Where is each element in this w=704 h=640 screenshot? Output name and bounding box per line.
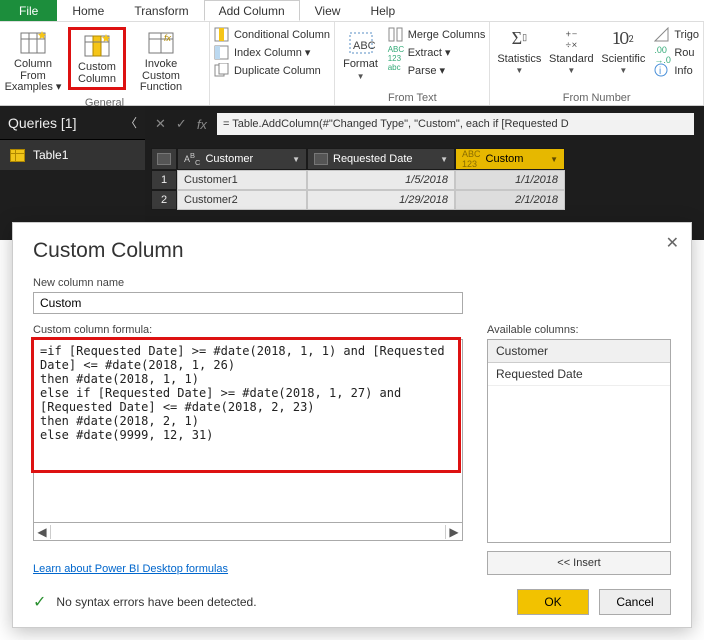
avail-cols-label: Available columns:	[487, 324, 671, 336]
sigma-icon: Σ▯	[505, 27, 533, 51]
statistics-button[interactable]: Σ▯Statistics▼	[494, 27, 544, 76]
formula-bar: ✕ ✓ fx = Table.AddColumn(#"Changed Type"…	[145, 106, 704, 142]
group-label-from-text: From Text	[339, 91, 485, 105]
queries-panel: Queries [1] 〈 Table1	[0, 106, 145, 240]
table-icon	[10, 149, 25, 162]
formula-input[interactable]: = Table.AddColumn(#"Changed Type", "Cust…	[217, 113, 694, 135]
cond-col-icon	[214, 27, 229, 42]
query-item-table1[interactable]: Table1	[0, 140, 145, 170]
dialog-title: Custom Column	[33, 239, 671, 263]
format-icon: ABC	[346, 29, 376, 57]
formula-label: Custom column formula:	[33, 324, 463, 336]
dup-col-icon	[214, 63, 229, 78]
table-row[interactable]: 2 Customer2 1/29/2018 2/1/2018	[151, 190, 698, 210]
parse-button[interactable]: abcParse ▾	[388, 63, 486, 78]
svg-text:i: i	[659, 66, 661, 77]
menu-bar: File Home Transform Add Column View Help	[0, 0, 704, 22]
index-col-icon	[214, 45, 229, 60]
dropdown-icon[interactable]: ▼	[292, 155, 300, 164]
column-from-examples-button[interactable]: Column From Examples ▾	[4, 27, 62, 96]
menu-view[interactable]: View	[300, 0, 356, 21]
round-button[interactable]: .00→.0Rou	[654, 45, 699, 60]
ok-button[interactable]: OK	[517, 589, 589, 615]
extract-button[interactable]: ABC123Extract ▾	[388, 45, 486, 60]
list-item[interactable]: Customer	[488, 340, 670, 363]
scroll-left-icon[interactable]: ◀	[34, 525, 51, 539]
trig-button[interactable]: Trigo	[654, 27, 699, 42]
menu-home[interactable]: Home	[57, 0, 119, 21]
close-icon[interactable]: ✕	[666, 233, 679, 253]
learn-formulas-link[interactable]: Learn about Power BI Desktop formulas	[33, 563, 463, 575]
svg-text:fx: fx	[164, 33, 172, 43]
syntax-status: No syntax errors have been detected.	[56, 595, 507, 609]
duplicate-column-button[interactable]: Duplicate Column	[214, 63, 330, 78]
trig-icon	[654, 27, 669, 42]
name-label: New column name	[33, 277, 671, 289]
custom-column-button[interactable]: Custom Column	[68, 27, 126, 90]
standard-icon: +−÷×	[557, 27, 585, 51]
list-item[interactable]: Requested Date	[488, 363, 670, 386]
table-row[interactable]: 1 Customer1 1/5/2018 1/1/2018	[151, 170, 698, 190]
insert-button[interactable]: << Insert	[487, 551, 671, 575]
conditional-column-button[interactable]: Conditional Column	[214, 27, 330, 42]
menu-help[interactable]: Help	[355, 0, 410, 21]
extract-icon: ABC123	[388, 45, 403, 60]
data-grid: ABCCustomer▼ Requested Date▼ ABC123Custo…	[145, 142, 704, 216]
menu-transform[interactable]: Transform	[119, 0, 203, 21]
info-icon: i	[654, 63, 669, 78]
invoke-custom-function-button[interactable]: fx Invoke Custom Function	[132, 27, 190, 96]
merge-icon	[388, 27, 403, 42]
cancel-formula-icon[interactable]: ✕	[155, 116, 166, 132]
chevron-left-icon[interactable]: 〈	[125, 114, 137, 131]
cancel-button[interactable]: Cancel	[599, 589, 671, 615]
standard-button[interactable]: +−÷×Standard▼	[546, 27, 596, 76]
sci-icon: 102	[609, 27, 637, 51]
info-button[interactable]: iInfo	[654, 63, 699, 78]
available-columns-list: Customer Requested Date	[487, 339, 671, 543]
table-highlight-icon	[82, 32, 112, 60]
menu-file[interactable]: File	[0, 0, 57, 21]
format-button[interactable]: ABC Format▼	[339, 27, 381, 83]
dropdown-icon[interactable]: ▼	[440, 155, 448, 164]
menu-add-column[interactable]: Add Column	[204, 0, 300, 21]
h-scrollbar[interactable]: ◀ ▶	[33, 523, 463, 541]
date-icon	[314, 153, 328, 165]
row-header-corner[interactable]	[151, 148, 177, 170]
queries-header[interactable]: Queries [1] 〈	[0, 106, 145, 140]
formula-textarea[interactable]: =if [Requested Date] >= #date(2018, 1, 1…	[33, 339, 463, 523]
round-icon: .00→.0	[654, 45, 669, 60]
fx-icon[interactable]: fx	[197, 117, 207, 132]
col-header-requested-date[interactable]: Requested Date▼	[307, 148, 455, 170]
table-star-icon	[18, 29, 48, 57]
col-header-customer[interactable]: ABCCustomer▼	[177, 148, 307, 170]
column-name-input[interactable]	[33, 292, 463, 314]
svg-text:ABC: ABC	[353, 40, 376, 52]
group-label-from-number: From Number	[494, 91, 699, 105]
parse-icon: abc	[388, 63, 403, 78]
ribbon: Column From Examples ▾ Custom Column fx …	[0, 22, 704, 106]
col-header-custom[interactable]: ABC123Custom▼	[455, 148, 565, 170]
table-fx-icon: fx	[146, 29, 176, 57]
index-column-button[interactable]: Index Column ▾	[214, 45, 330, 60]
accept-formula-icon[interactable]: ✓	[176, 116, 187, 132]
check-icon: ✓	[33, 592, 46, 612]
custom-column-dialog: ✕ Custom Column New column name Custom c…	[12, 222, 692, 628]
scroll-right-icon[interactable]: ▶	[445, 525, 462, 539]
scientific-button[interactable]: 102Scientific▼	[598, 27, 648, 76]
merge-columns-button[interactable]: Merge Columns	[388, 27, 486, 42]
dropdown-icon[interactable]: ▼	[550, 155, 558, 164]
table-icon	[157, 153, 171, 165]
